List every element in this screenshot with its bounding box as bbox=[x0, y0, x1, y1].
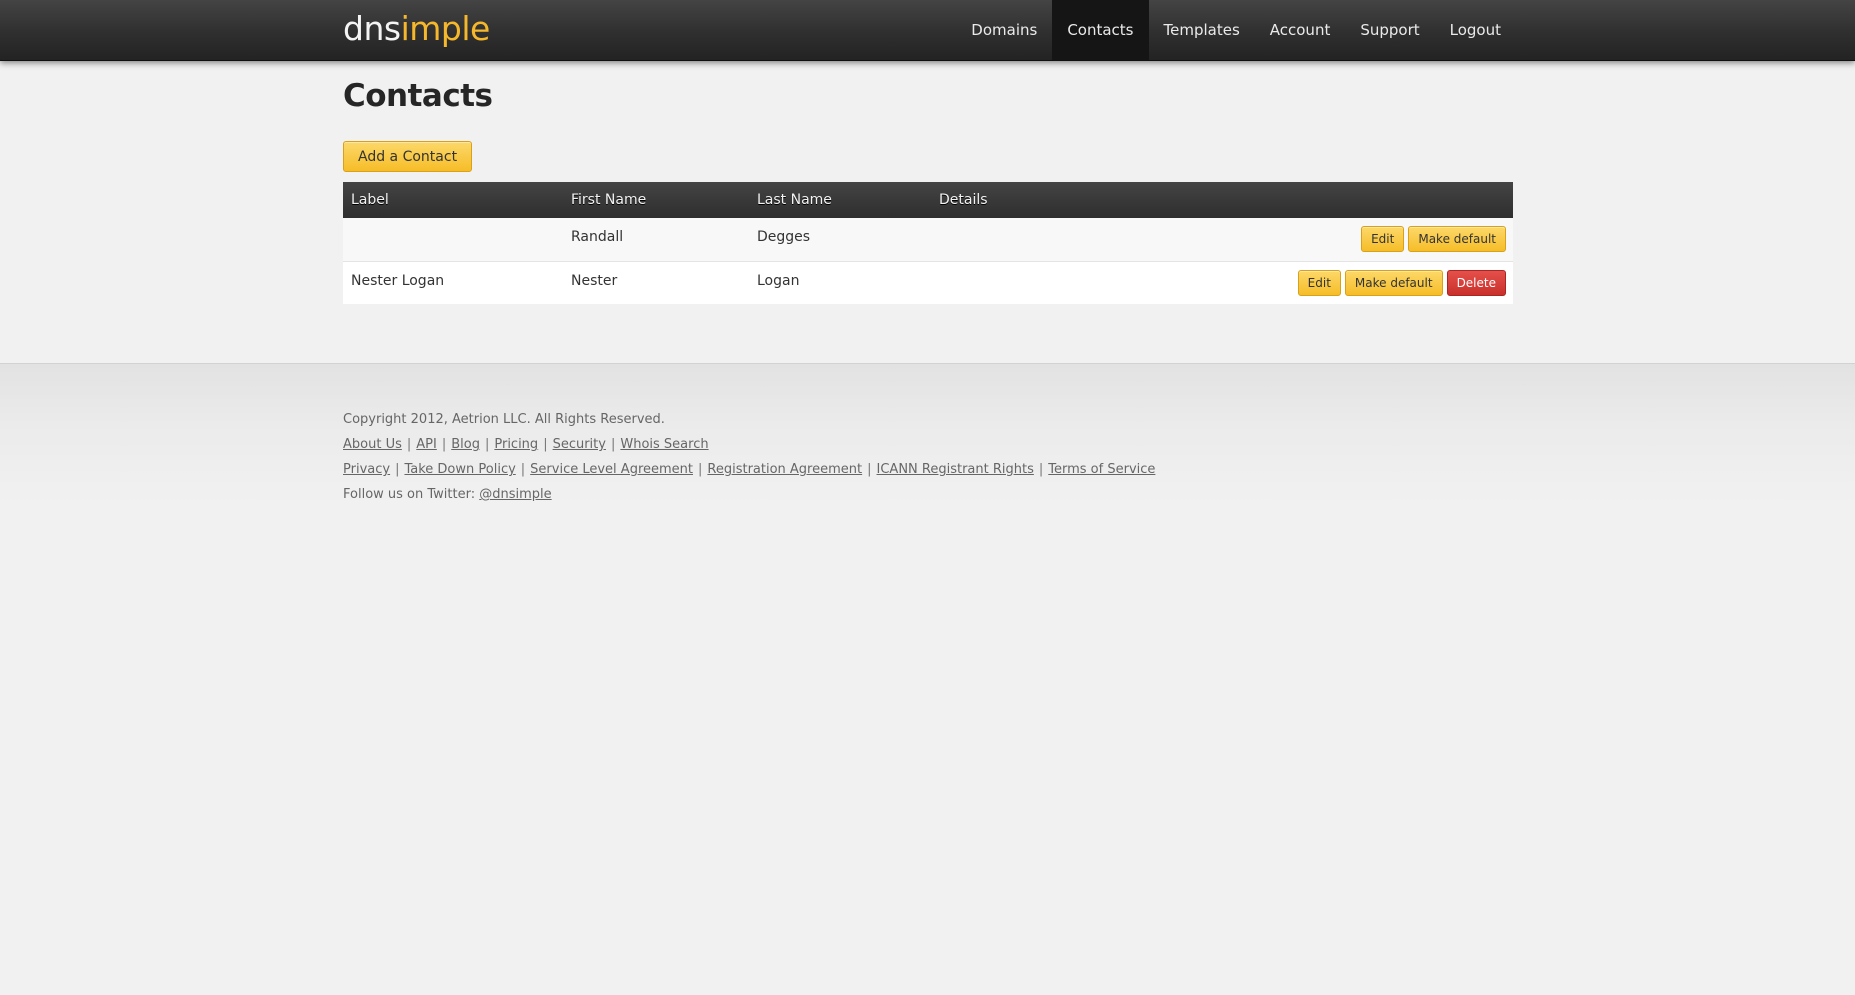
header-label: Label bbox=[351, 192, 389, 208]
footer-link-pricing[interactable]: Pricing bbox=[494, 437, 538, 452]
link-separator: | bbox=[698, 462, 703, 477]
nav-account[interactable]: Account bbox=[1255, 0, 1346, 60]
cell-last-name: Logan bbox=[757, 272, 800, 289]
page-title: Contacts bbox=[343, 78, 493, 114]
footer-link-take-down-policy[interactable]: Take Down Policy bbox=[404, 462, 515, 477]
table-row: Randall Degges Edit Make default bbox=[343, 218, 1513, 261]
nav-logout[interactable]: Logout bbox=[1435, 0, 1516, 60]
main-nav: Domains Contacts Templates Account Suppo… bbox=[956, 0, 1516, 60]
logo-text-dns: dns bbox=[343, 9, 401, 48]
link-separator: | bbox=[543, 437, 548, 452]
top-navbar: dnsimple Domains Contacts Templates Acco… bbox=[0, 0, 1855, 61]
footer-link-about-us[interactable]: About Us bbox=[343, 437, 402, 452]
header-last-name: Last Name bbox=[757, 192, 832, 208]
cell-details-actions: Edit Make default bbox=[931, 218, 1513, 261]
logo-text-imple: imple bbox=[400, 9, 491, 48]
cell-label: Nester Logan bbox=[351, 272, 445, 289]
footer-links-row-1: About Us | API | Blog | Pricing | Security | Whois… bbox=[343, 432, 1155, 457]
twitter-line: Follow us on Twitter: @dnsimple bbox=[343, 482, 1155, 507]
copyright-text: Copyright 2012, Aetrion LLC. All Rights … bbox=[343, 412, 665, 427]
nav-domains[interactable]: Domains bbox=[956, 0, 1052, 60]
link-separator: | bbox=[406, 437, 412, 452]
contacts-table: Label First Name Last Name Details Randa… bbox=[343, 182, 1513, 304]
edit-button[interactable]: Edit bbox=[1361, 226, 1405, 252]
twitter-handle-link[interactable]: @dnsimple bbox=[479, 487, 551, 502]
table-row: Nester Logan Nester Logan Edit Make defau… bbox=[343, 261, 1513, 304]
nav-contacts[interactable]: Contacts bbox=[1052, 0, 1149, 60]
dnsimple-logo[interactable]: dnsimple bbox=[343, 9, 490, 49]
footer-link-registration-agreement[interactable]: Registration Agreement bbox=[707, 462, 862, 477]
footer-link-blog[interactable]: Blog bbox=[451, 437, 480, 452]
cell-last-name: Degges bbox=[757, 229, 811, 245]
footer-link-icann-registrant-rights[interactable]: ICANN Registrant Rights bbox=[877, 462, 1034, 477]
footer-content: Copyright 2012, Aetrion LLC. All Rights … bbox=[343, 407, 1155, 507]
table-header-row: Label First Name Last Name Details bbox=[343, 182, 1513, 218]
cell-first-name: Nester bbox=[571, 272, 618, 289]
nav-support[interactable]: Support bbox=[1345, 0, 1434, 60]
link-separator: | bbox=[1038, 462, 1044, 477]
link-separator: | bbox=[441, 437, 447, 452]
add-contact-button[interactable]: Add a Contact bbox=[343, 141, 473, 172]
header-first-name: First Name bbox=[571, 192, 647, 208]
nav-templates[interactable]: Templates bbox=[1149, 0, 1255, 60]
make-default-button[interactable]: Make default bbox=[1344, 269, 1443, 296]
delete-button[interactable]: Delete bbox=[1446, 269, 1506, 296]
cell-label bbox=[343, 218, 563, 261]
link-separator: | bbox=[395, 462, 400, 477]
footer-link-whois-search[interactable]: Whois Search bbox=[620, 437, 708, 452]
footer: Copyright 2012, Aetrion LLC. All Rights … bbox=[0, 363, 1855, 995]
footer-link-privacy[interactable]: Privacy bbox=[343, 462, 390, 477]
footer-links-row-2: Privacy | Take Down Policy | Service Level A… bbox=[343, 457, 1155, 482]
link-separator: | bbox=[520, 462, 526, 477]
link-separator: | bbox=[867, 462, 872, 477]
cell-first-name: Randall bbox=[571, 229, 624, 245]
edit-button[interactable]: Edit bbox=[1297, 269, 1341, 296]
link-separator: | bbox=[610, 437, 616, 452]
link-separator: | bbox=[484, 437, 490, 452]
footer-link-service-level-agreement[interactable]: Service Level Agreement bbox=[530, 462, 693, 477]
footer-link-terms-of-service[interactable]: Terms of Service bbox=[1048, 462, 1155, 477]
cell-details-actions: Edit Make default Delete bbox=[931, 261, 1513, 304]
footer-link-security[interactable]: Security bbox=[553, 437, 606, 452]
footer-link-api[interactable]: API bbox=[416, 437, 437, 452]
twitter-prefix: Follow us on Twitter: bbox=[343, 487, 480, 502]
header-details: Details bbox=[939, 192, 988, 208]
make-default-button[interactable]: Make default bbox=[1408, 226, 1506, 252]
